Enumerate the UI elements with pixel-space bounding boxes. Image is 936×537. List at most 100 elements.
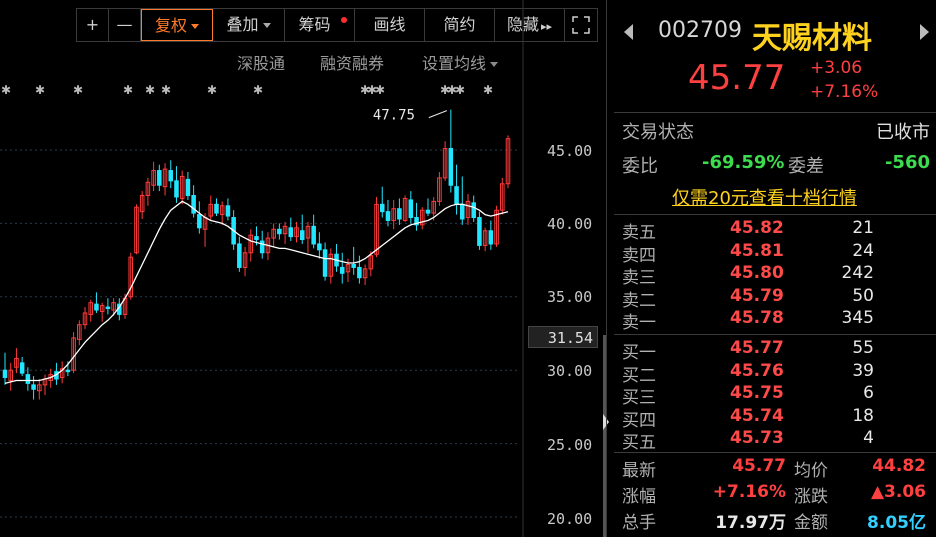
candle-body (317, 243, 322, 251)
ask-row[interactable]: 卖二 45.79 50 (622, 285, 932, 311)
candlestick-chart[interactable]: ✱ ✱ ✱ ✱ ✱ ✱ ✱ ✱ ✱✱✱ ✱✱✱ ✱47.75 (0, 0, 600, 537)
ask-label: 卖二 (622, 290, 656, 311)
bid-price: 45.77 (730, 338, 784, 358)
bid-price: 45.74 (730, 405, 784, 426)
candle-body (448, 148, 454, 186)
quote-panel: 002709 天赐材料 45.77 +3.06 +7.16% 交易状态 已收市 … (614, 0, 936, 537)
candle-body (339, 266, 345, 274)
candle-body (379, 203, 385, 213)
stock-name: 天赐材料 (752, 21, 872, 56)
ask-price: 45.81 (730, 240, 784, 261)
stat-value: 17.97万 (715, 513, 786, 533)
candle-body (237, 243, 242, 268)
event-marker-icon: ✱ (483, 83, 493, 97)
ask-row[interactable]: 卖一 45.78 345 (622, 308, 932, 333)
y-tick-label: 35.00 (547, 288, 593, 306)
stock-app: + — 复权 叠加 筹码 画线 简约 隐藏 ▸▸ 深股通 融资融券 设置均线 ✱ ✱… (0, 0, 936, 537)
ask-volume: 242 (841, 263, 874, 283)
bid-row[interactable]: 买四 45.74 18 (622, 405, 932, 431)
bid-volume: 55 (852, 338, 874, 358)
ask-row[interactable]: 卖五 45.82 21 (622, 218, 932, 243)
crosshair-price-label: 31.54 (528, 326, 598, 348)
event-marker-icon: ✱ (123, 83, 133, 97)
candle-body (31, 384, 36, 390)
status-label: 交易状态 (622, 122, 694, 143)
prev-stock-icon[interactable] (624, 24, 633, 40)
stat-row: 最新 45.77 均价 44.82 (622, 456, 932, 481)
event-marker-icon: ✱ (455, 83, 465, 97)
status-value: 已收市 (876, 122, 930, 143)
ask-label: 卖一 (622, 313, 656, 333)
y-tick-label: 20.00 (547, 510, 593, 528)
ask-label: 卖三 (622, 268, 656, 288)
bid-row[interactable]: 买三 45.75 6 (622, 383, 932, 408)
candle-body (168, 170, 174, 182)
candle-body (25, 374, 31, 384)
candle-body (254, 236, 259, 241)
promo-link[interactable]: 仅需20元查看十档行情 (672, 184, 857, 210)
ask-row[interactable]: 卖四 45.81 24 (622, 240, 932, 266)
candle-body (425, 209, 431, 214)
bid-volume: 6 (863, 383, 874, 403)
ask-volume: 50 (852, 285, 874, 306)
weibi-value: -69.59% (702, 152, 785, 173)
bid-label: 买五 (622, 433, 656, 453)
max-arrow-icon (428, 110, 448, 119)
bid-row[interactable]: 买二 45.76 39 (622, 361, 932, 386)
stat-label: 最新 (622, 461, 656, 481)
stat-label: 总手 (622, 513, 656, 533)
weicha-value: -560 (884, 152, 930, 173)
candle-body (19, 362, 25, 374)
bid-label: 买一 (622, 343, 656, 363)
event-marker-icon: ✱ (253, 83, 263, 97)
candle-body (185, 178, 191, 197)
candle-body (454, 186, 459, 205)
stat-label: 涨跌 (794, 487, 828, 507)
candle-body (477, 217, 482, 246)
candle-body (2, 369, 8, 379)
y-tick-label: 40.00 (547, 215, 593, 233)
candle-body (311, 225, 316, 245)
candle-body (197, 214, 202, 229)
panel-divider (606, 0, 607, 537)
candle-body (488, 230, 494, 245)
stat-value: +7.16% (712, 482, 786, 502)
bid-volume: 4 (863, 428, 874, 448)
ask-price: 45.80 (730, 263, 784, 283)
event-marker-icon: ✱ (73, 83, 83, 97)
bid-row[interactable]: 买五 45.73 4 (622, 428, 932, 453)
event-marker-icon: ✱ (375, 83, 385, 97)
ask-label: 卖五 (622, 223, 656, 243)
bid-row[interactable]: 买一 45.77 55 (622, 338, 932, 363)
bid-price: 45.73 (730, 428, 784, 448)
candle-body (322, 249, 328, 277)
candle-body (277, 228, 282, 235)
bid-volume: 18 (852, 405, 874, 426)
event-marker-icon: ✱ (35, 83, 45, 97)
y-tick-label: 45.00 (547, 142, 593, 160)
stat-value: ▲3.06 (870, 482, 926, 502)
candle-body (385, 211, 391, 221)
stat-label: 涨幅 (622, 487, 656, 507)
event-marker-icon: ✱ (1, 83, 11, 97)
bid-label: 买二 (622, 365, 656, 386)
bid-label: 买三 (622, 388, 656, 408)
candle-body (460, 203, 465, 220)
candle-body (471, 202, 476, 219)
candle-body (94, 303, 99, 311)
ask-row[interactable]: 卖三 45.80 242 (622, 263, 932, 288)
candle-body (65, 369, 71, 373)
bid-label: 买四 (622, 410, 656, 431)
stat-value: 44.82 (872, 456, 926, 476)
ask-volume: 21 (852, 218, 874, 238)
ask-volume: 345 (841, 308, 874, 328)
y-tick-label: 25.00 (547, 436, 593, 454)
candle-body (408, 199, 414, 219)
candle-body (299, 230, 305, 241)
candle-body (174, 180, 179, 198)
next-stock-icon[interactable] (920, 24, 929, 40)
stat-row: 涨幅 +7.16% 涨跌 ▲3.06 (622, 482, 932, 507)
ask-price: 45.79 (730, 285, 784, 306)
candle-body (397, 208, 402, 220)
ask-label: 卖四 (622, 245, 656, 266)
